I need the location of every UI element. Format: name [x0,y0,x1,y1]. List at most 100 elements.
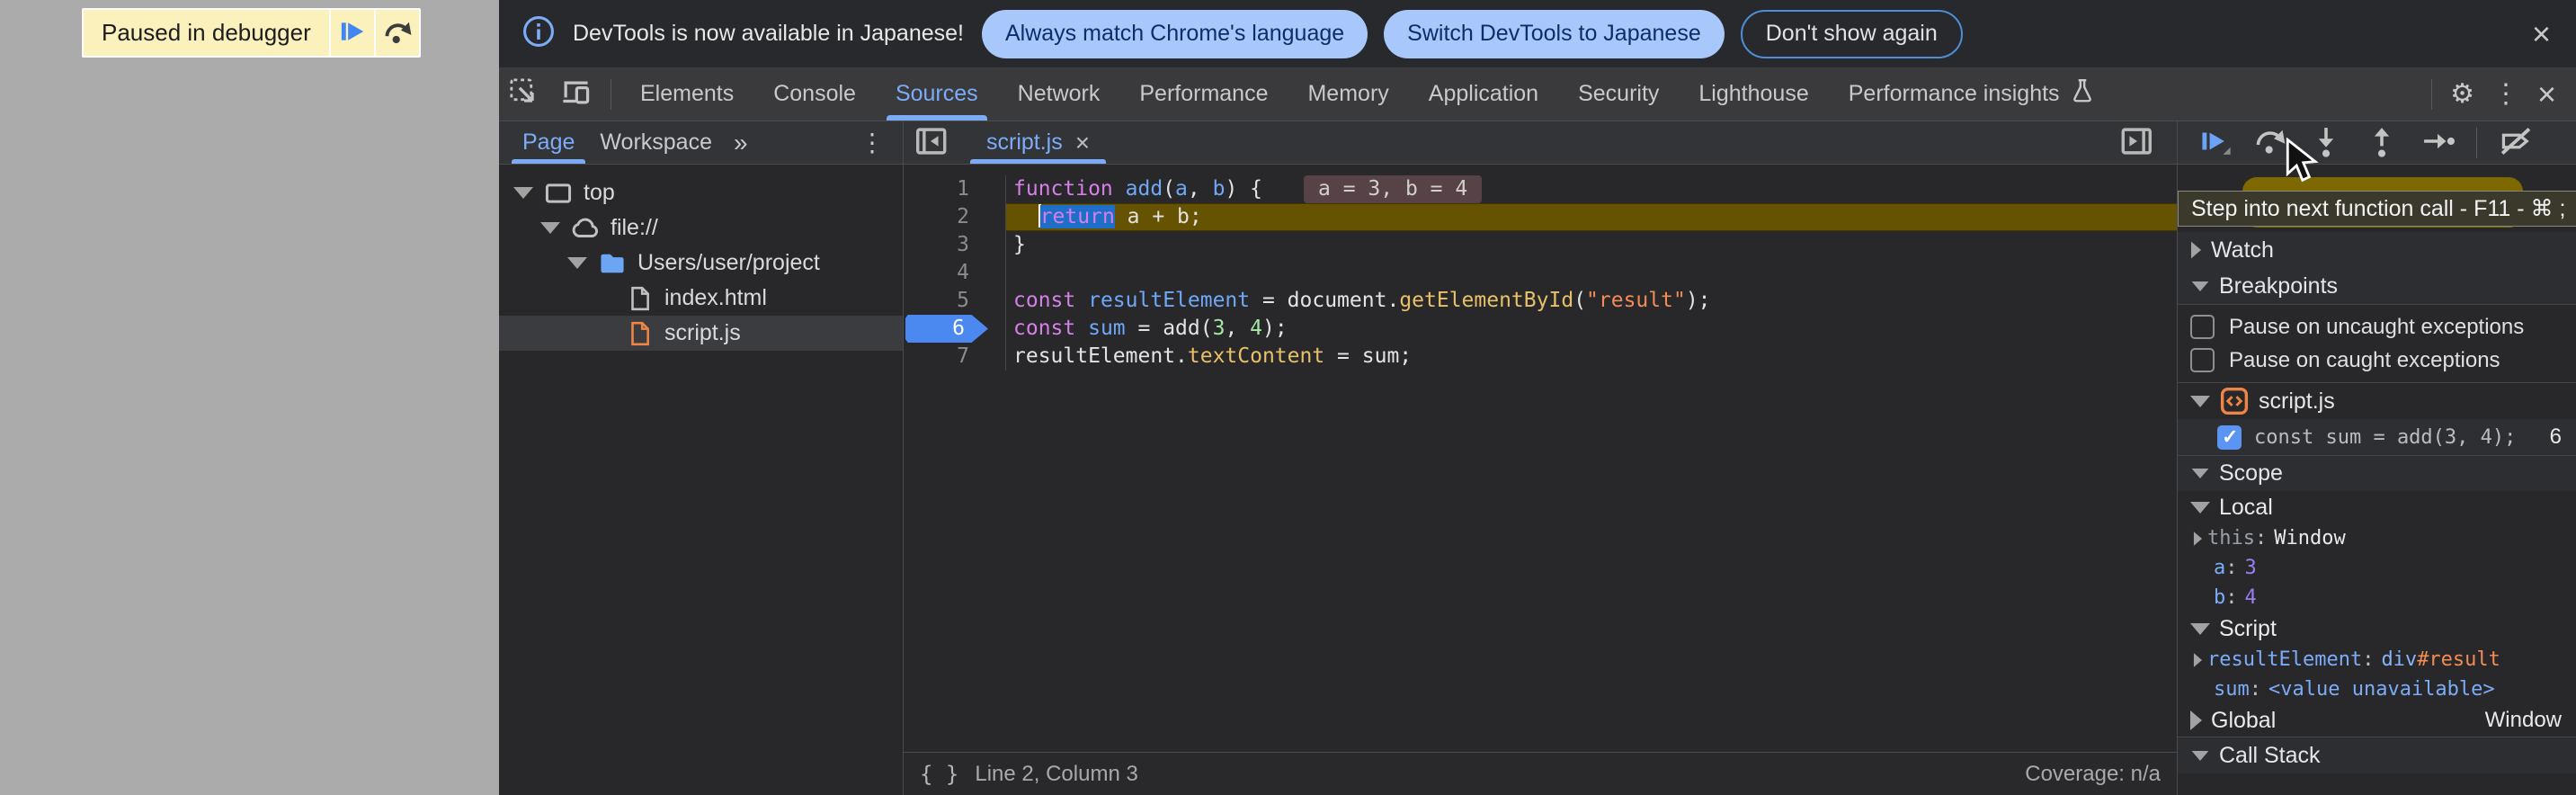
tab-memory[interactable]: Memory [1288,67,1408,121]
code-token: sum [1088,317,1126,340]
deactivate-breakpoints-button[interactable] [2490,121,2542,164]
scope-section-script[interactable]: Script [2178,612,2576,645]
toggle-pause-on-caught-exceptions[interactable]: Pause on caught exceptions [2178,344,2576,377]
infobar-button-always-match-chrome-s-language[interactable]: Always match Chrome's language [982,10,1368,58]
inspect-element-button[interactable] [499,67,549,121]
scope-var-b[interactable]: b:4 [2178,583,2576,612]
code-token: = [1250,289,1288,312]
code-line-3[interactable]: 3} [904,231,2177,259]
code-line-5[interactable]: 5const resultElement = document.getEleme… [904,287,2177,315]
scope-section-global[interactable]: GlobalWindow [2178,704,2576,737]
tree-item-index-html[interactable]: index.html [499,281,903,316]
code-line-4[interactable]: 4 [904,259,2177,287]
property-value: Window [2274,527,2345,549]
section-scope[interactable]: Scope [2178,455,2576,491]
tree-item-script-js[interactable]: script.js [499,316,903,351]
code-line-1[interactable]: 1function add(a, b) {a = 3, b = 4 [904,175,2177,203]
gutter-line-4[interactable]: 4 [904,259,1006,287]
checkbox[interactable] [2190,315,2215,339]
step-over-button[interactable] [2244,121,2296,164]
code-token: const [1013,317,1075,340]
code-content: const resultElement = document.getElemen… [1006,287,2177,315]
breakpoint-line-number: 6 [2550,424,2562,450]
breakpoint-badge[interactable]: 6 [905,315,988,343]
property-separator: : [2362,648,2374,671]
infobar-message: DevTools is now available in Japanese! [573,21,964,47]
editor-tab-scriptjs[interactable]: script.js × [970,121,1106,164]
expanded-arrow-icon[interactable] [513,187,533,199]
step-out-button[interactable] [2356,121,2408,164]
close-tab-icon[interactable]: × [1075,129,1090,157]
code-token: . [1175,344,1188,368]
gutter-line-2[interactable]: 2 [904,203,1006,231]
gutter-line-7[interactable]: 7 [904,343,1006,371]
tab-performance-insights[interactable]: Performance insights [1829,67,2116,121]
gutter-line-5[interactable]: 5 [904,287,1006,315]
checkbox[interactable] [2190,348,2215,372]
step-into-button[interactable] [2300,121,2352,164]
gutter-line-1[interactable]: 1 [904,175,1006,203]
resume-script-button[interactable] [331,10,374,56]
code-token: = [1126,317,1163,340]
code-token: a [1175,177,1188,201]
close-devtools-button[interactable]: × [2528,67,2565,121]
pretty-print-icon[interactable]: { } [920,762,958,787]
editor-tab-label: script.js [986,130,1063,156]
tree-item-file-[interactable]: file:// [499,210,903,246]
tab-application[interactable]: Application [1409,67,1558,121]
code-line-2[interactable]: 2 return a + b; [904,203,2177,231]
resume-icon [337,16,368,49]
breakpoint-entry[interactable]: const sum = add(3, 4);6 [2178,419,2576,455]
toggle-pause-on-uncaught-exceptions[interactable]: Pause on uncaught exceptions [2178,310,2576,344]
experiment-flask-icon [2069,77,2096,111]
section-watch[interactable]: Watch [2178,232,2576,268]
editor-pane: script.js × 1function add(a, b) {a = 3, … [904,121,2177,795]
navigator-menu-button[interactable]: ⋮ [851,128,894,157]
tab-workspace[interactable]: Workspace [587,121,725,164]
tab-page[interactable]: Page [510,121,587,164]
tab-console[interactable]: Console [753,67,876,121]
toggle-navigator-button[interactable] [904,121,958,164]
settings-gear-button[interactable]: ⚙ [2441,67,2483,121]
more-options-button[interactable]: ⋮ [2483,67,2528,121]
gutter-line-6[interactable]: 6 [904,315,1006,343]
tab-elements[interactable]: Elements [620,67,753,121]
more-tabs-button[interactable]: » [725,129,757,157]
expanded-arrow-icon[interactable] [540,222,560,234]
section-call-stack[interactable]: Call Stack [2178,737,2576,773]
step-button[interactable] [2411,121,2464,164]
resume-button[interactable] [2188,121,2241,164]
tab-performance[interactable]: Performance [1119,67,1288,121]
expanded-arrow-icon[interactable] [567,257,587,269]
breakpoint-group-scriptjs[interactable]: script.js [2178,383,2576,419]
section-breakpoints[interactable]: Breakpoints [2178,268,2576,304]
gutter-line-3[interactable]: 3 [904,231,1006,259]
scope-section-local[interactable]: Local [2178,491,2576,523]
tab-security[interactable]: Security [1558,67,1679,121]
infobar-button-switch-devtools-to-japanese[interactable]: Switch DevTools to Japanese [1384,10,1725,58]
property-value: <value unavailable> [2268,678,2495,701]
device-toolbar-button[interactable] [549,67,602,121]
code-line-6[interactable]: 6const sum = add(3, 4); [904,315,2177,343]
toggle-debugger-sidebar-button[interactable] [2110,121,2164,164]
scope-var-sum[interactable]: sum:<value unavailable> [2178,674,2576,704]
step-over-button-banner[interactable] [376,10,419,56]
property-value: div [2381,648,2417,671]
code-editor[interactable]: 1function add(a, b) {a = 3, b = 42 retur… [904,165,2177,752]
code-token: sum; [1362,344,1412,368]
breakpoint-checkbox[interactable] [2217,425,2242,450]
scope-var-this[interactable]: this:Window [2178,523,2576,553]
code-token: ) { [1225,177,1262,201]
tab-network[interactable]: Network [998,67,1120,121]
tree-item-top[interactable]: top [499,175,903,210]
infobar-button-don-t-show-again[interactable]: Don't show again [1741,10,1963,58]
scope-var-a[interactable]: a:3 [2178,553,2576,583]
tab-lighthouse[interactable]: Lighthouse [1679,67,1828,121]
tab-sources[interactable]: Sources [876,67,998,121]
scope-var-resultelement[interactable]: resultElement:div#result [2178,645,2576,674]
tree-item-users-user-project[interactable]: Users/user/project [499,246,903,281]
infobar-close-button[interactable]: × [2532,18,2551,50]
js-file-icon [2219,386,2250,416]
code-token: ( [1200,317,1213,340]
code-line-7[interactable]: 7resultElement.textContent = sum; [904,343,2177,371]
